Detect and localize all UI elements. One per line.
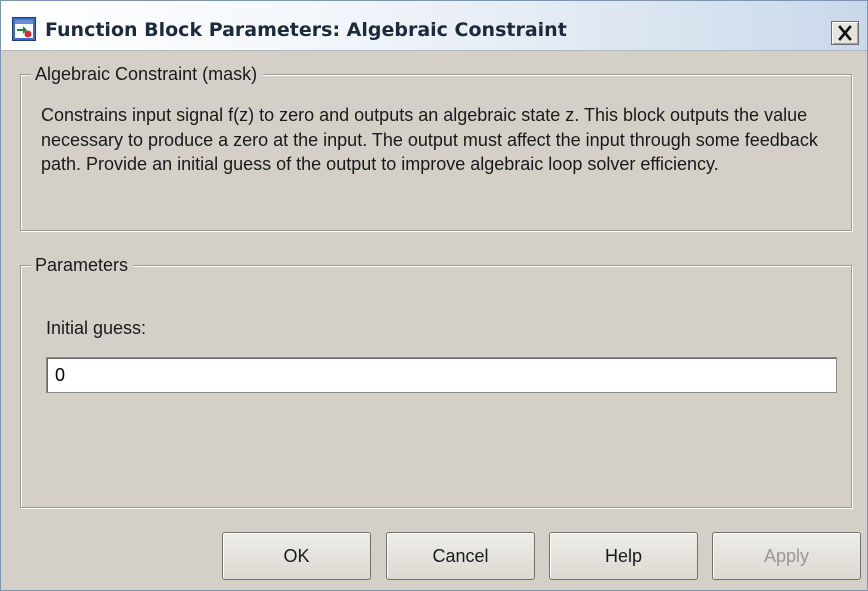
mask-description-group: Algebraic Constraint (mask) Constrains i… [20, 62, 852, 231]
close-icon [832, 25, 858, 48]
mask-group-label: Algebraic Constraint (mask) [31, 62, 264, 86]
window-title: Function Block Parameters: Algebraic Con… [45, 19, 567, 41]
mask-description: Constrains input signal f(z) to zero and… [41, 105, 818, 174]
close-button[interactable] [831, 21, 859, 45]
apply-button: Apply [712, 532, 861, 580]
parameters-group-label: Parameters [31, 253, 135, 277]
dialog-window: Function Block Parameters: Algebraic Con… [0, 0, 868, 591]
parameters-group: Parameters Initial guess: [20, 253, 852, 508]
cancel-button[interactable]: Cancel [386, 532, 535, 580]
simulink-block-icon[interactable] [12, 17, 36, 41]
title-bar[interactable]: Function Block Parameters: Algebraic Con… [1, 1, 867, 51]
help-button[interactable]: Help [549, 532, 698, 580]
ok-button[interactable]: OK [222, 532, 371, 580]
initial-guess-label: Initial guess: [46, 318, 147, 338]
initial-guess-input[interactable] [46, 357, 837, 393]
